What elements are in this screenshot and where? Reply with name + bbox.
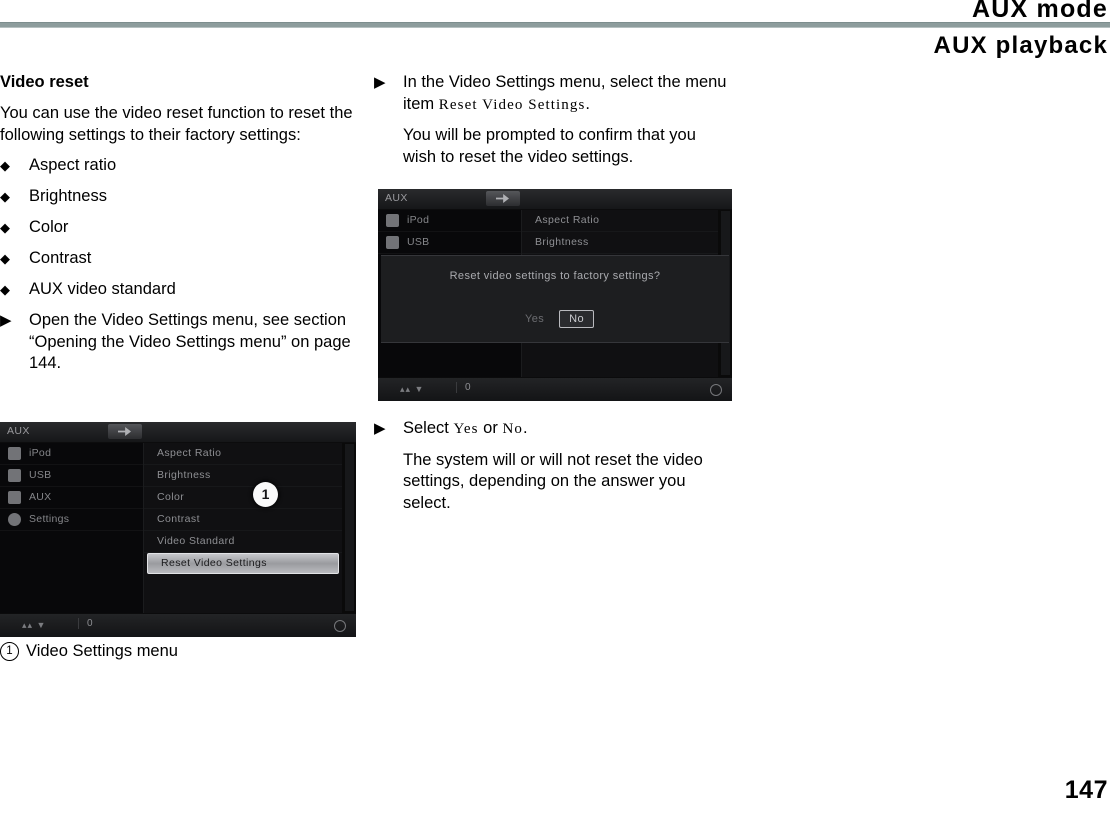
sidebar-item-label: iPod	[407, 214, 430, 226]
sidebar-item-label: iPod	[29, 447, 52, 459]
page-title: AUX mode	[971, 0, 1108, 23]
sidebar-item-ipod[interactable]: iPod	[378, 210, 521, 232]
device-titlebar: AUX	[0, 422, 356, 443]
right-column: ▶ In the Video Settings menu, select the…	[374, 72, 730, 168]
section-title: Video reset	[0, 73, 89, 91]
device-statusbar: ▴▴ ▼ 0	[378, 377, 732, 401]
ui-term-reset-video-settings: Reset Video Settings	[438, 96, 586, 113]
menu-item-brightness[interactable]: Brightness	[522, 232, 718, 254]
step2-note: The system will or will not reset the vi…	[403, 450, 703, 512]
gear-icon	[8, 513, 21, 526]
list-item-label: AUX video standard	[29, 280, 176, 298]
step2-or: or	[478, 419, 503, 437]
menu-item-video-standard[interactable]: Video Standard	[144, 531, 342, 553]
sidebar-item-label: Settings	[29, 513, 70, 525]
device-title-label: AUX	[385, 192, 408, 204]
step1-suffix: .	[585, 94, 591, 113]
aux-icon	[8, 491, 21, 504]
sidebar-item-label: USB	[29, 469, 52, 481]
right-column-continued: ▶ Select Yes or No. The system will or w…	[374, 418, 730, 514]
triangle-step-icon: ▶	[0, 312, 12, 329]
status-value: 0	[456, 382, 471, 393]
screenshot-confirm-dialog: AUX iPod USB Aspect Ratio Brightness Res…	[378, 189, 732, 401]
device-sidebar: iPod USB AUX Settings	[0, 443, 144, 613]
triangle-step-icon: ▶	[374, 420, 386, 437]
intro-paragraph: You can use the video reset function to …	[0, 104, 353, 144]
list-item: ◆ AUX video standard	[0, 279, 356, 301]
menu-item-aspect-ratio[interactable]: Aspect Ratio	[522, 210, 718, 232]
step2-prefix: Select	[403, 419, 454, 437]
signal-icon: ▴▴ ▼	[400, 384, 425, 394]
confirm-dialog-message: Reset video settings to factory settings…	[449, 270, 661, 282]
menu-item-contrast[interactable]: Contrast	[144, 509, 342, 531]
menu-item-reset-video-settings[interactable]: Reset Video Settings	[147, 553, 339, 574]
menu-item-aspect-ratio[interactable]: Aspect Ratio	[144, 443, 342, 465]
ui-term-no: No	[502, 421, 523, 437]
instruction-step: ▶ In the Video Settings menu, select the…	[374, 72, 730, 116]
list-item: ◆ Aspect ratio	[0, 155, 356, 177]
sidebar-item-label: USB	[407, 236, 430, 248]
sidebar-item-usb[interactable]: USB	[0, 465, 143, 487]
left-column: Video reset You can use the video reset …	[0, 72, 356, 384]
sidebar-item-ipod[interactable]: iPod	[0, 443, 143, 465]
usb-icon	[8, 469, 21, 482]
list-item-label: Contrast	[29, 249, 92, 267]
instruction-step-label: In the Video Settings menu, select the m…	[403, 72, 730, 116]
triangle-step-icon: ▶	[374, 74, 386, 91]
instruction-step: ▶ Select Yes or No.	[374, 418, 730, 441]
signal-icon: ▴▴ ▼	[22, 620, 47, 630]
device-menu-panel: Aspect Ratio Brightness Color Contrast V…	[144, 443, 342, 613]
settings-icon[interactable]	[710, 384, 722, 396]
screenshot-video-settings-menu: AUX iPod USB AUX Settings Aspect Ratio B…	[0, 422, 356, 637]
step2-suffix: .	[522, 419, 528, 437]
menu-item-brightness[interactable]: Brightness	[144, 465, 342, 487]
instruction-step-label: Select Yes or No.	[403, 418, 730, 441]
device-titlebar: AUX	[378, 189, 732, 210]
page-number: 147	[1064, 776, 1108, 804]
instruction-step-label: Open the Video Settings menu, see sectio…	[29, 311, 351, 372]
diamond-bullet-icon: ◆	[0, 189, 10, 204]
instruction-step: ▶ Open the Video Settings menu, see sect…	[0, 310, 356, 375]
confirm-dialog: Reset video settings to factory settings…	[381, 255, 729, 343]
caption-label: Video Settings menu	[26, 642, 178, 660]
confirm-dialog-buttons: Yes No	[381, 310, 729, 328]
page-subtitle: AUX playback	[933, 32, 1108, 59]
step1-note: You will be prompted to confirm that you…	[403, 126, 696, 166]
ipod-icon	[8, 447, 21, 460]
usb-icon	[386, 236, 399, 249]
yes-button[interactable]: Yes	[516, 311, 553, 327]
page-header: AUX mode AUX playback	[0, 0, 1110, 60]
figure-caption: 1 Video Settings menu	[0, 641, 178, 661]
list-item-label: Brightness	[29, 187, 107, 205]
ipod-icon	[386, 214, 399, 227]
list-item-label: Color	[29, 218, 69, 236]
sidebar-item-aux[interactable]: AUX	[0, 487, 143, 509]
list-item: ◆ Brightness	[0, 186, 356, 208]
diamond-bullet-icon: ◆	[0, 220, 10, 235]
caption-number: 1	[0, 641, 19, 661]
list-item: ◆ Color	[0, 217, 356, 239]
device-scrollbar[interactable]	[345, 444, 354, 611]
diamond-bullet-icon: ◆	[0, 158, 10, 173]
diamond-bullet-icon: ◆	[0, 251, 10, 266]
device-statusbar: ▴▴ ▼ 0	[0, 613, 356, 637]
sidebar-item-label: AUX	[29, 491, 52, 503]
callout-marker-1: 1	[253, 482, 278, 507]
list-item: ◆ Contrast	[0, 248, 356, 270]
sidebar-item-usb[interactable]: USB	[378, 232, 521, 254]
diamond-bullet-icon: ◆	[0, 282, 10, 297]
list-item-label: Aspect ratio	[29, 156, 117, 174]
sidebar-item-settings[interactable]: Settings	[0, 509, 143, 531]
media-source-icon	[486, 191, 520, 206]
device-title-label: AUX	[7, 425, 30, 437]
no-button[interactable]: No	[559, 310, 595, 328]
status-value: 0	[78, 618, 93, 629]
settings-icon[interactable]	[334, 620, 346, 632]
ui-term-yes: Yes	[453, 421, 479, 437]
media-source-icon	[108, 424, 142, 439]
menu-item-color[interactable]: Color	[144, 487, 342, 509]
